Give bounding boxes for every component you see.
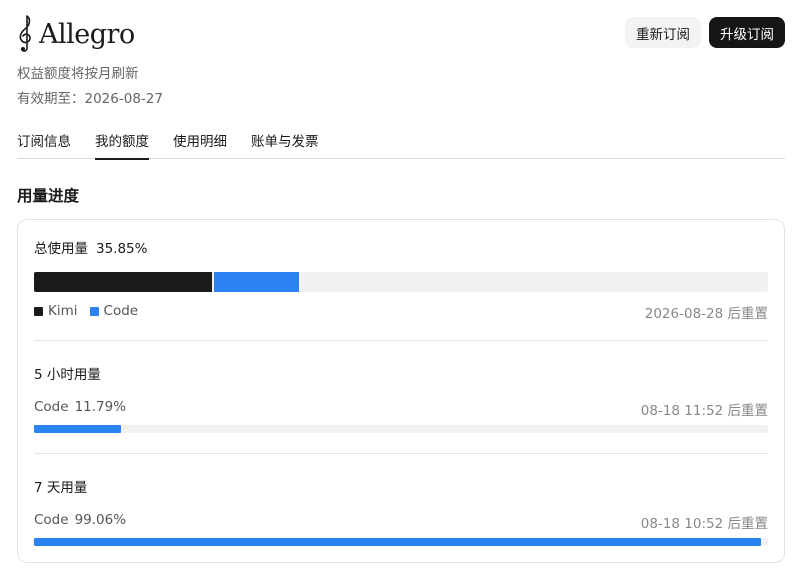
total-reset-time: 2026-08-28 后重置 <box>644 306 768 322</box>
code-usage-segment <box>213 272 300 292</box>
total-usage-bar <box>34 272 768 292</box>
header-actions: 重新订阅 升级订阅 <box>625 17 785 48</box>
seven-day-progress-fill <box>34 538 762 546</box>
tab-billing-invoices[interactable]: 账单与发票 <box>251 121 319 159</box>
divider <box>34 340 768 341</box>
usage-card: 总使用量 35.85% Kimi Code 2026-08-28 后重置 5 小时… <box>17 219 785 563</box>
total-usage-title: 总使用量 <box>34 241 88 257</box>
total-usage-label: 总使用量 35.85% <box>34 237 768 257</box>
seven-day-usage-row: Code 99.06% 08-18 10:52 后重置 <box>34 512 768 532</box>
tab-my-quota[interactable]: 我的额度 <box>95 121 149 160</box>
seven-day-metric-percent: 99.06% <box>74 512 127 528</box>
brand: Allegro <box>17 14 135 54</box>
total-usage-percent: 35.85% <box>96 241 148 257</box>
divider <box>34 453 768 454</box>
renew-subscription-button[interactable]: 重新订阅 <box>625 17 701 48</box>
legend-kimi: Kimi <box>34 303 78 319</box>
legend-code-label: Code <box>103 303 139 319</box>
treble-clef-icon <box>19 15 31 52</box>
five-hour-usage-title: 5 小时用量 <box>34 367 101 383</box>
section-title: 用量进度 <box>17 187 80 205</box>
kimi-swatch-icon <box>34 306 43 316</box>
legend-code: Code <box>89 303 139 319</box>
kimi-usage-segment <box>34 272 212 292</box>
usage-legend: Kimi Code 2026-08-28 后重置 <box>34 302 768 322</box>
expiry-date: 有效期至：2026-08-27 <box>17 91 163 107</box>
legend-kimi-label: Kimi <box>48 303 78 319</box>
code-swatch-icon <box>89 306 99 316</box>
tab-subscription-info[interactable]: 订阅信息 <box>17 121 71 159</box>
brand-name: Allegro <box>39 18 135 50</box>
five-hour-progress-fill <box>34 425 121 433</box>
five-hour-metric-name: Code <box>34 399 69 415</box>
quota-page: Allegro 权益额度将按月刷新 有效期至：2026-08-27 重新订阅 升… <box>0 0 795 573</box>
tab-usage-details[interactable]: 使用明细 <box>173 121 227 159</box>
refresh-note: 权益额度将按月刷新 <box>17 66 139 82</box>
five-hour-metric-percent: 11.79% <box>74 399 127 415</box>
upgrade-subscription-button[interactable]: 升级订阅 <box>709 17 785 48</box>
five-hour-usage-row: Code 11.79% 08-18 11:52 后重置 <box>34 399 768 419</box>
seven-day-reset-time: 08-18 10:52 后重置 <box>640 516 768 532</box>
seven-day-progress-bar <box>34 538 768 546</box>
five-hour-reset-time: 08-18 11:52 后重置 <box>640 403 768 419</box>
seven-day-usage-title: 7 天用量 <box>34 480 88 496</box>
seven-day-metric-name: Code <box>34 512 69 528</box>
tab-bar: 订阅信息 我的额度 使用明细 账单与发票 <box>17 121 785 160</box>
five-hour-progress-bar <box>34 425 768 433</box>
